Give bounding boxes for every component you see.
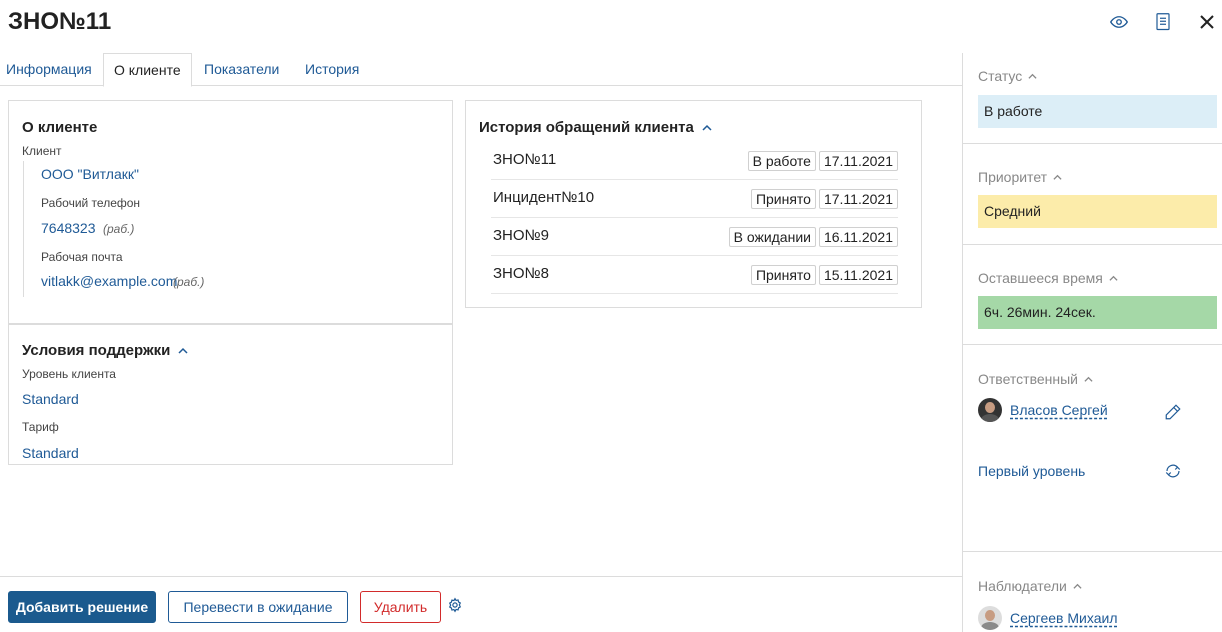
- to-waiting-button[interactable]: Перевести в ожидание: [168, 591, 348, 623]
- email-link[interactable]: vitlakk@example.com: [41, 273, 177, 289]
- history-row-name: ЗНО№11: [493, 151, 557, 168]
- date-badge: 17.11.2021: [818, 189, 898, 209]
- history-card-title-text: История обращений клиента: [479, 119, 694, 136]
- priority-label-text: Приоритет: [978, 169, 1048, 185]
- history-row-name: ЗНО№9: [493, 227, 549, 244]
- avatar: [978, 398, 1002, 422]
- eye-icon[interactable]: [1108, 11, 1130, 33]
- priority-value[interactable]: Средний: [978, 195, 1217, 228]
- history-row-name: Инцидент№10: [493, 189, 595, 206]
- action-bar-divider: [0, 576, 962, 577]
- tab-history[interactable]: История: [305, 53, 359, 86]
- status-label-text: Статус: [978, 68, 1023, 84]
- tab-about-client[interactable]: О клиенте: [103, 53, 192, 87]
- status-label[interactable]: Статус: [978, 68, 1037, 84]
- history-row-badges: Принято 17.11.2021: [750, 189, 898, 209]
- client-name-link[interactable]: ООО "Витлакк": [41, 166, 139, 182]
- history-row[interactable]: ЗНО№8 Принято 15.11.2021: [491, 256, 898, 294]
- close-icon[interactable]: [1196, 11, 1218, 33]
- pencil-icon[interactable]: [1164, 403, 1182, 421]
- observer-name[interactable]: Сергеев Михаил: [1010, 610, 1117, 626]
- history-card: История обращений клиента ЗНО№11 В работ…: [465, 100, 922, 308]
- history-row[interactable]: ЗНО№9 В ожидании 16.11.2021: [491, 218, 898, 256]
- client-card-title: О клиенте: [22, 119, 98, 136]
- tariff-link[interactable]: Standard: [22, 445, 79, 461]
- responsible-name[interactable]: Власов Сергей: [1010, 402, 1108, 418]
- responsible-label-text: Ответственный: [978, 371, 1078, 387]
- chevron-up-icon: [1053, 174, 1062, 180]
- tab-indicators[interactable]: Показатели: [204, 53, 279, 86]
- phone-link[interactable]: 7648323: [41, 220, 96, 236]
- chevron-up-icon: [1028, 73, 1037, 79]
- tab-bar: Информация О клиенте Показатели История: [0, 53, 962, 87]
- support-card-title[interactable]: Условия поддержки: [22, 342, 188, 359]
- status-badge: В работе: [747, 151, 816, 171]
- phone-tag: (раб.): [103, 222, 135, 236]
- support-card-title-text: Условия поддержки: [22, 342, 171, 359]
- history-row-name: ЗНО№8: [493, 265, 549, 282]
- history-card-title[interactable]: История обращений клиента: [479, 119, 712, 136]
- time-value: 6ч. 26мин. 24сек.: [978, 296, 1217, 329]
- client-card: О клиенте Клиент ООО "Витлакк" Рабочий т…: [8, 100, 453, 324]
- history-row[interactable]: Инцидент№10 Принято 17.11.2021: [491, 180, 898, 218]
- support-level-link[interactable]: Первый уровень: [978, 463, 1085, 479]
- header-actions: [1108, 11, 1218, 33]
- sidebar-divider: [963, 551, 1222, 552]
- level-link[interactable]: Standard: [22, 391, 79, 407]
- status-badge: В ожидании: [728, 227, 816, 247]
- observers-label-text: Наблюдатели: [978, 578, 1067, 594]
- time-label[interactable]: Оставшееся время: [978, 270, 1118, 286]
- date-badge: 16.11.2021: [818, 227, 898, 247]
- responsible-person[interactable]: Власов Сергей: [978, 398, 1108, 422]
- chevron-up-icon: [1073, 583, 1082, 589]
- chevron-up-icon: [1084, 376, 1093, 382]
- history-row[interactable]: ЗНО№11 В работе 17.11.2021: [491, 142, 898, 180]
- observers-label[interactable]: Наблюдатели: [978, 578, 1082, 594]
- phone-label: Рабочий телефон: [41, 196, 141, 210]
- tariff-label: Тариф: [22, 420, 59, 434]
- sidebar: Статус В работе Приоритет Средний Оставш…: [962, 53, 1222, 632]
- responsible-label[interactable]: Ответственный: [978, 371, 1093, 387]
- date-badge: 15.11.2021: [818, 265, 898, 285]
- history-row-badges: В работе 17.11.2021: [747, 151, 898, 171]
- page-title: ЗНО№11: [8, 8, 112, 35]
- gear-icon[interactable]: [447, 597, 463, 613]
- status-badge: Принято: [750, 189, 816, 209]
- history-row-badges: Принято 15.11.2021: [750, 265, 898, 285]
- priority-label[interactable]: Приоритет: [978, 169, 1062, 185]
- sidebar-divider: [963, 244, 1222, 245]
- chevron-up-icon: [1109, 275, 1118, 281]
- support-card: Условия поддержки Уровень клиента Standa…: [8, 324, 453, 465]
- email-tag: (раб.): [173, 275, 205, 289]
- chevron-up-icon: [702, 124, 712, 131]
- avatar: [978, 606, 1002, 630]
- observer-person[interactable]: Сергеев Михаил: [978, 606, 1117, 630]
- status-badge: Принято: [750, 265, 816, 285]
- history-row-badges: В ожидании 16.11.2021: [728, 227, 898, 247]
- document-icon[interactable]: [1152, 11, 1174, 33]
- time-label-text: Оставшееся время: [978, 270, 1103, 286]
- sidebar-divider: [963, 143, 1222, 144]
- refresh-icon[interactable]: [1164, 462, 1182, 480]
- client-divider: [23, 161, 24, 297]
- add-solution-button[interactable]: Добавить решение: [8, 591, 156, 623]
- delete-button[interactable]: Удалить: [360, 591, 441, 623]
- status-value[interactable]: В работе: [978, 95, 1217, 128]
- sidebar-divider: [963, 344, 1222, 345]
- tab-info[interactable]: Информация: [6, 53, 92, 86]
- level-label: Уровень клиента: [22, 367, 116, 381]
- email-label: Рабочая почта: [41, 250, 123, 264]
- date-badge: 17.11.2021: [818, 151, 898, 171]
- client-label: Клиент: [22, 144, 62, 158]
- chevron-up-icon: [178, 347, 188, 354]
